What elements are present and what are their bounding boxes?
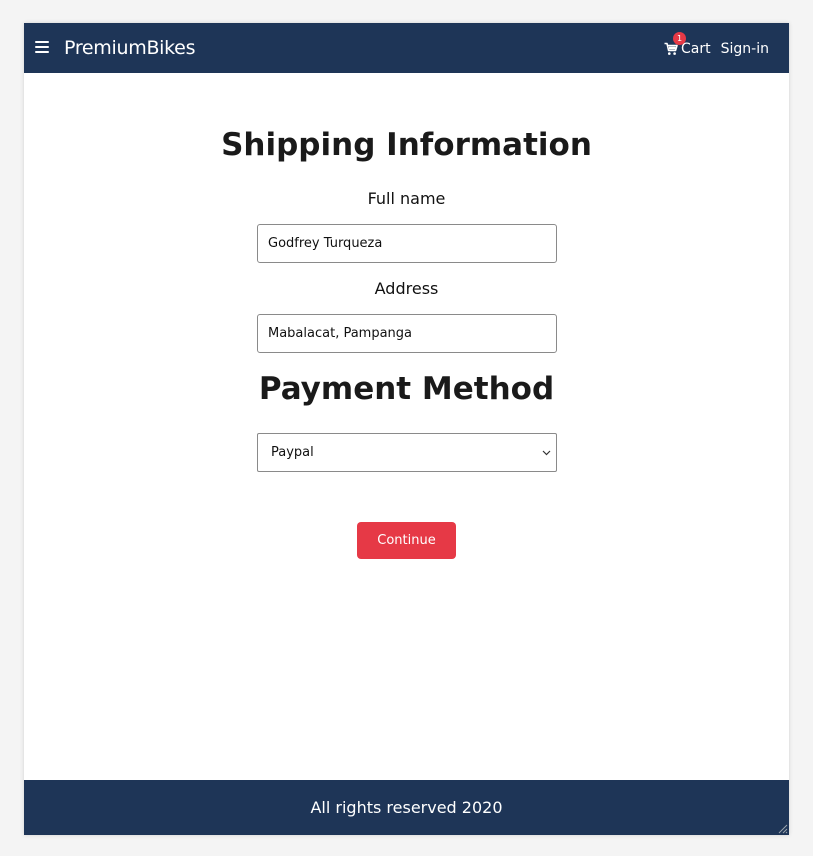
- address-label: Address: [374, 279, 439, 298]
- signin-link[interactable]: Sign-in: [721, 40, 769, 58]
- continue-button[interactable]: Continue: [357, 522, 456, 559]
- payment-title: Payment Method: [258, 371, 555, 407]
- cart-icon: 1: [664, 32, 687, 56]
- footer-text: All rights reserved 2020: [310, 798, 503, 817]
- footer: All rights reserved 2020: [24, 780, 789, 835]
- resize-grip-icon[interactable]: [776, 822, 788, 834]
- hamburger-icon[interactable]: [35, 41, 49, 53]
- nav-links: 1 Cart Sign-in: [664, 32, 769, 58]
- fullname-input[interactable]: [257, 224, 557, 263]
- payment-method-value: Paypal: [271, 445, 314, 460]
- cart-label: Cart: [681, 41, 711, 57]
- brand-logo[interactable]: PremiumBikes: [64, 36, 195, 60]
- shipping-title: Shipping Information: [221, 127, 592, 163]
- payment-method-select[interactable]: Paypal: [257, 433, 557, 472]
- main-content: Shipping Information Full name Address P…: [24, 73, 789, 780]
- fullname-label: Full name: [367, 189, 446, 208]
- cart-link[interactable]: 1 Cart: [664, 32, 711, 58]
- cart-count-badge: 1: [673, 32, 687, 45]
- app-window: PremiumBikes 1 Cart Sign-in Shipping Inf…: [24, 23, 789, 835]
- address-input[interactable]: [257, 314, 557, 353]
- top-nav: PremiumBikes 1 Cart Sign-in: [24, 23, 789, 73]
- chevron-down-icon: [542, 450, 551, 456]
